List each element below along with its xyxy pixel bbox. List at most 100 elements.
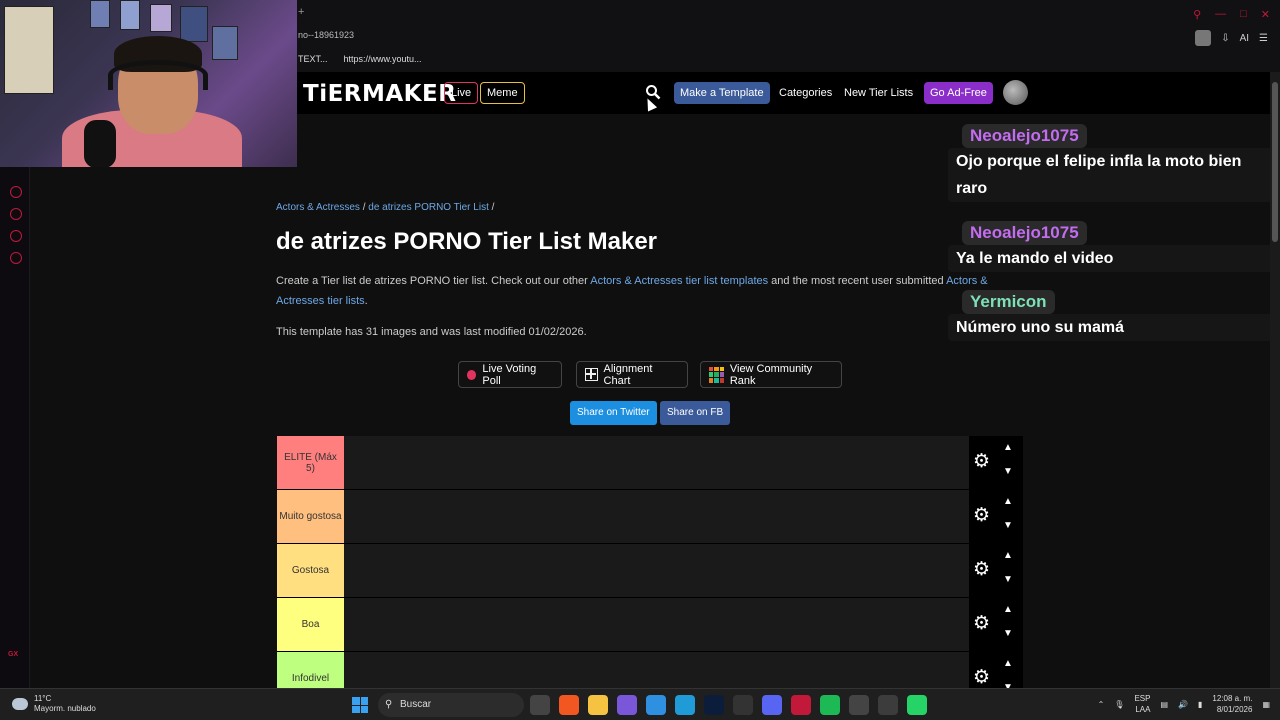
opera-gx-icon[interactable] (791, 695, 811, 715)
gear-icon[interactable]: ⚙ (973, 614, 993, 634)
weather-temp: 11°C (34, 694, 52, 703)
tier-label[interactable]: Boa (277, 598, 344, 651)
microphone (84, 120, 116, 167)
tier-controls: ⚙ ▲ ▼ (969, 490, 1023, 543)
file-explorer-icon[interactable] (588, 695, 608, 715)
share-twitter-button[interactable]: Share on Twitter (570, 401, 657, 425)
record-icon (467, 369, 477, 380)
ranking-grid-icon (709, 366, 724, 383)
breadcrumb-template[interactable]: de atrizes PORNO Tier List (368, 202, 489, 213)
bookmark-item[interactable]: https://www.youtu... (344, 54, 422, 64)
minimize-icon[interactable]: — (1215, 8, 1226, 21)
categories-link[interactable]: Categories (773, 82, 838, 104)
tier-row: Muito gostosa ⚙ ▲ ▼ (277, 490, 1023, 544)
history-icon[interactable] (10, 208, 22, 220)
breadcrumb-separator: / (491, 202, 495, 213)
tiermaker-logo[interactable]: TiERMAKER (303, 81, 456, 107)
tier-drop-zone[interactable] (344, 436, 969, 489)
desc-text: Create a Tier list de atrizes PORNO tier… (276, 275, 591, 287)
tier-label[interactable]: ELITE (Máx 5) (277, 436, 344, 489)
menu-icon[interactable]: ☰ (1259, 33, 1268, 44)
gx-logo: GX (8, 651, 19, 658)
photoshop-icon[interactable] (704, 695, 724, 715)
date: 8/01/2026 (1216, 705, 1253, 714)
search-icon: ⚲ (385, 699, 393, 710)
chevron-up-icon[interactable]: ⌃ (1098, 700, 1105, 709)
brave-icon[interactable] (559, 695, 579, 715)
chevron-up-icon[interactable]: ▲ (1003, 550, 1013, 561)
tier-drop-zone[interactable] (344, 544, 969, 597)
wall-poster (90, 0, 110, 28)
player-icon[interactable] (10, 186, 22, 198)
community-rank-button[interactable]: View Community Rank (700, 361, 842, 388)
bookmark-item[interactable]: TEXT... (298, 54, 328, 64)
tier-label[interactable]: Muito gostosa (277, 490, 344, 543)
page-scrollbar[interactable] (1270, 72, 1280, 688)
chatgpt-icon[interactable] (849, 695, 869, 715)
user-avatar[interactable] (1003, 80, 1028, 105)
tier-controls: ⚙ ▲ ▼ (969, 544, 1023, 597)
chevron-down-icon[interactable]: ▼ (1003, 574, 1013, 585)
layout-code: LAA (1135, 705, 1151, 714)
chevron-up-icon[interactable]: ▲ (1003, 442, 1013, 453)
itunes-icon[interactable] (878, 695, 898, 715)
microphone-icon[interactable]: 🎙 (1114, 700, 1124, 709)
scroll-thumb[interactable] (1272, 82, 1278, 242)
address-bar[interactable]: no--18961923 (298, 30, 354, 40)
discord-icon[interactable] (762, 695, 782, 715)
taskbar-search[interactable]: ⚲ Buscar (378, 693, 524, 717)
desc-text: . (364, 295, 368, 307)
live-button[interactable]: Live (444, 82, 479, 104)
chevron-up-icon[interactable]: ▲ (1003, 604, 1013, 615)
breadcrumb-category[interactable]: Actors & Actresses (276, 202, 360, 213)
windows-taskbar: 11°C Mayorm. nublado ⚲ Buscar ⌃ 🎙 ESP LA… (0, 688, 1280, 720)
download-icon[interactable]: ⇩ (1221, 33, 1229, 44)
meme-button[interactable]: Meme (480, 82, 525, 104)
volume-icon[interactable]: 🔊 (1178, 700, 1188, 709)
category-templates-link[interactable]: Actors & Actresses tier list templates (590, 275, 768, 287)
chevron-up-icon[interactable]: ▲ (1003, 658, 1013, 669)
alignment-chart-button[interactable]: Alignment Chart (576, 361, 688, 388)
search-tabs-icon[interactable]: ⚲ (1193, 8, 1201, 21)
settings-icon[interactable] (10, 252, 22, 264)
gear-icon[interactable]: ⚙ (973, 668, 993, 688)
start-button[interactable] (352, 697, 368, 713)
chevron-down-icon[interactable]: ▼ (1003, 520, 1013, 531)
chat-username: Yermicon (962, 290, 1055, 314)
whatsapp-icon[interactable] (907, 695, 927, 715)
extensions-icon[interactable] (10, 230, 22, 242)
chevron-down-icon[interactable]: ▼ (1003, 628, 1013, 639)
network-icon[interactable]: ▤ (1160, 700, 1168, 709)
make-template-button[interactable]: Make a Template (674, 82, 770, 104)
battery-icon[interactable]: ▮ (1198, 700, 1202, 709)
weather-desc: Mayorm. nublado (34, 704, 96, 713)
profile-icon[interactable] (1195, 30, 1212, 46)
new-tier-lists-link[interactable]: New Tier Lists (838, 82, 919, 104)
gear-icon[interactable]: ⚙ (973, 452, 993, 472)
clock[interactable]: 12:08 a. m. 8/01/2026 (1212, 693, 1252, 715)
close-icon[interactable]: ✕ (1261, 8, 1270, 21)
tier-label[interactable]: Gostosa (277, 544, 344, 597)
gear-icon[interactable]: ⚙ (973, 560, 993, 580)
language-indicator[interactable]: ESP LAA (1134, 693, 1150, 715)
tier-drop-zone[interactable] (344, 598, 969, 651)
task-view-icon[interactable] (530, 695, 550, 715)
store-icon[interactable] (617, 695, 637, 715)
new-tab-button[interactable]: + (298, 6, 304, 24)
ai-button[interactable]: AI (1240, 33, 1249, 44)
weather-widget[interactable]: 11°C Mayorm. nublado (12, 694, 96, 714)
share-facebook-button[interactable]: Share on FB (660, 401, 731, 425)
live-voting-poll-button[interactable]: Live Voting Poll (458, 361, 562, 388)
browser-toolbar: ⇩ AI ☰ (1195, 30, 1268, 46)
notifications-icon[interactable]: ▦ (1262, 700, 1270, 709)
chevron-up-icon[interactable]: ▲ (1003, 496, 1013, 507)
chevron-down-icon[interactable]: ▼ (1003, 466, 1013, 477)
copilot-icon[interactable] (646, 695, 666, 715)
maximize-icon[interactable]: □ (1240, 8, 1247, 21)
gear-icon[interactable]: ⚙ (973, 506, 993, 526)
go-ad-free-button[interactable]: Go Ad-Free (924, 82, 993, 104)
tier-drop-zone[interactable] (344, 490, 969, 543)
spotify-icon[interactable] (820, 695, 840, 715)
capcut-icon[interactable] (733, 695, 753, 715)
edge-icon[interactable] (675, 695, 695, 715)
